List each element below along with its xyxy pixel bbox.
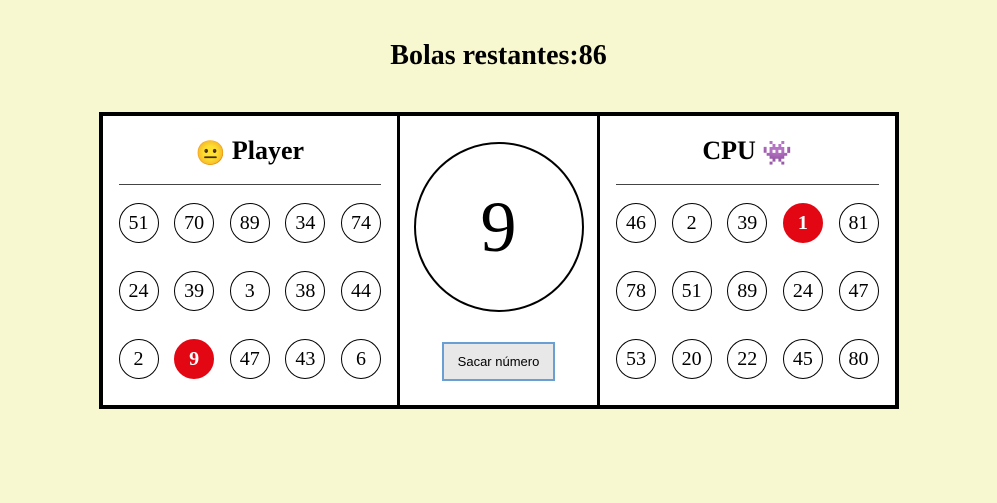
bingo-cell: 24: [783, 271, 823, 311]
bingo-cell: 20: [672, 339, 712, 379]
game-board: 😐 Player 51708934742439338442947436 9 Sa…: [99, 112, 899, 409]
bingo-cell: 80: [839, 339, 879, 379]
bingo-cell[interactable]: 34: [285, 203, 325, 243]
bingo-cell: 78: [616, 271, 656, 311]
card-row: 29 47 43 6: [119, 339, 382, 379]
bingo-cell[interactable]: 44: [341, 271, 381, 311]
card-row: 78 51 89 24 47: [616, 271, 879, 311]
bingo-cell: 51: [672, 271, 712, 311]
player-panel: 😐 Player 51 70 89 34 74 24 39 3 38 44 29 47 43 6: [103, 116, 401, 405]
remaining-balls-header: Bolas restantes:86: [0, 40, 997, 72]
bingo-cell: 22: [727, 339, 767, 379]
cpu-title: CPU 👾: [616, 130, 879, 185]
bingo-cell[interactable]: 9: [174, 339, 214, 379]
bingo-cell[interactable]: 24: [119, 271, 159, 311]
remaining-label: Bolas restantes:: [390, 40, 578, 71]
bingo-cell: 46: [616, 203, 656, 243]
player-title-text: Player: [232, 136, 304, 165]
current-ball-number: 9: [481, 186, 517, 269]
cpu-card: 46 2 39 1 81 78 51 89 24 47 53 20 22 45 80: [616, 203, 879, 379]
draw-panel: 9 Sacar número: [400, 116, 600, 405]
bingo-cell[interactable]: 6: [341, 339, 381, 379]
cpu-invader-icon: 👾: [762, 141, 792, 167]
bingo-cell[interactable]: 47: [230, 339, 270, 379]
current-ball: 9: [414, 142, 584, 312]
card-row: 53 20 22 45 80: [616, 339, 879, 379]
bingo-cell: 2: [672, 203, 712, 243]
bingo-cell: 89: [727, 271, 767, 311]
player-card: 51 70 89 34 74 24 39 3 38 44 29 47 43 6: [119, 203, 382, 379]
bingo-cell[interactable]: 39: [174, 271, 214, 311]
cpu-title-text: CPU: [702, 136, 755, 165]
card-row: 24 39 3 38 44: [119, 271, 382, 311]
bingo-cell[interactable]: 2: [119, 339, 159, 379]
bingo-cell: 39: [727, 203, 767, 243]
player-face-icon: 😐: [195, 141, 225, 167]
remaining-count: 86: [579, 40, 607, 71]
draw-number-button[interactable]: Sacar número: [442, 342, 556, 381]
cpu-panel: CPU 👾 46 2 39 1 81 78 51 89 24 47 53 20 22 45 80: [600, 116, 895, 405]
bingo-cell[interactable]: 51: [119, 203, 159, 243]
bingo-cell: 1: [783, 203, 823, 243]
bingo-cell[interactable]: 89: [230, 203, 270, 243]
bingo-cell: 81: [839, 203, 879, 243]
bingo-cell: 45: [783, 339, 823, 379]
card-row: 46 2 39 1 81: [616, 203, 879, 243]
bingo-cell[interactable]: 38: [285, 271, 325, 311]
player-title: 😐 Player: [119, 130, 382, 185]
bingo-cell[interactable]: 70: [174, 203, 214, 243]
bingo-cell[interactable]: 74: [341, 203, 381, 243]
bingo-cell: 53: [616, 339, 656, 379]
bingo-cell[interactable]: 3: [230, 271, 270, 311]
bingo-cell: 47: [839, 271, 879, 311]
card-row: 51 70 89 34 74: [119, 203, 382, 243]
bingo-cell[interactable]: 43: [285, 339, 325, 379]
